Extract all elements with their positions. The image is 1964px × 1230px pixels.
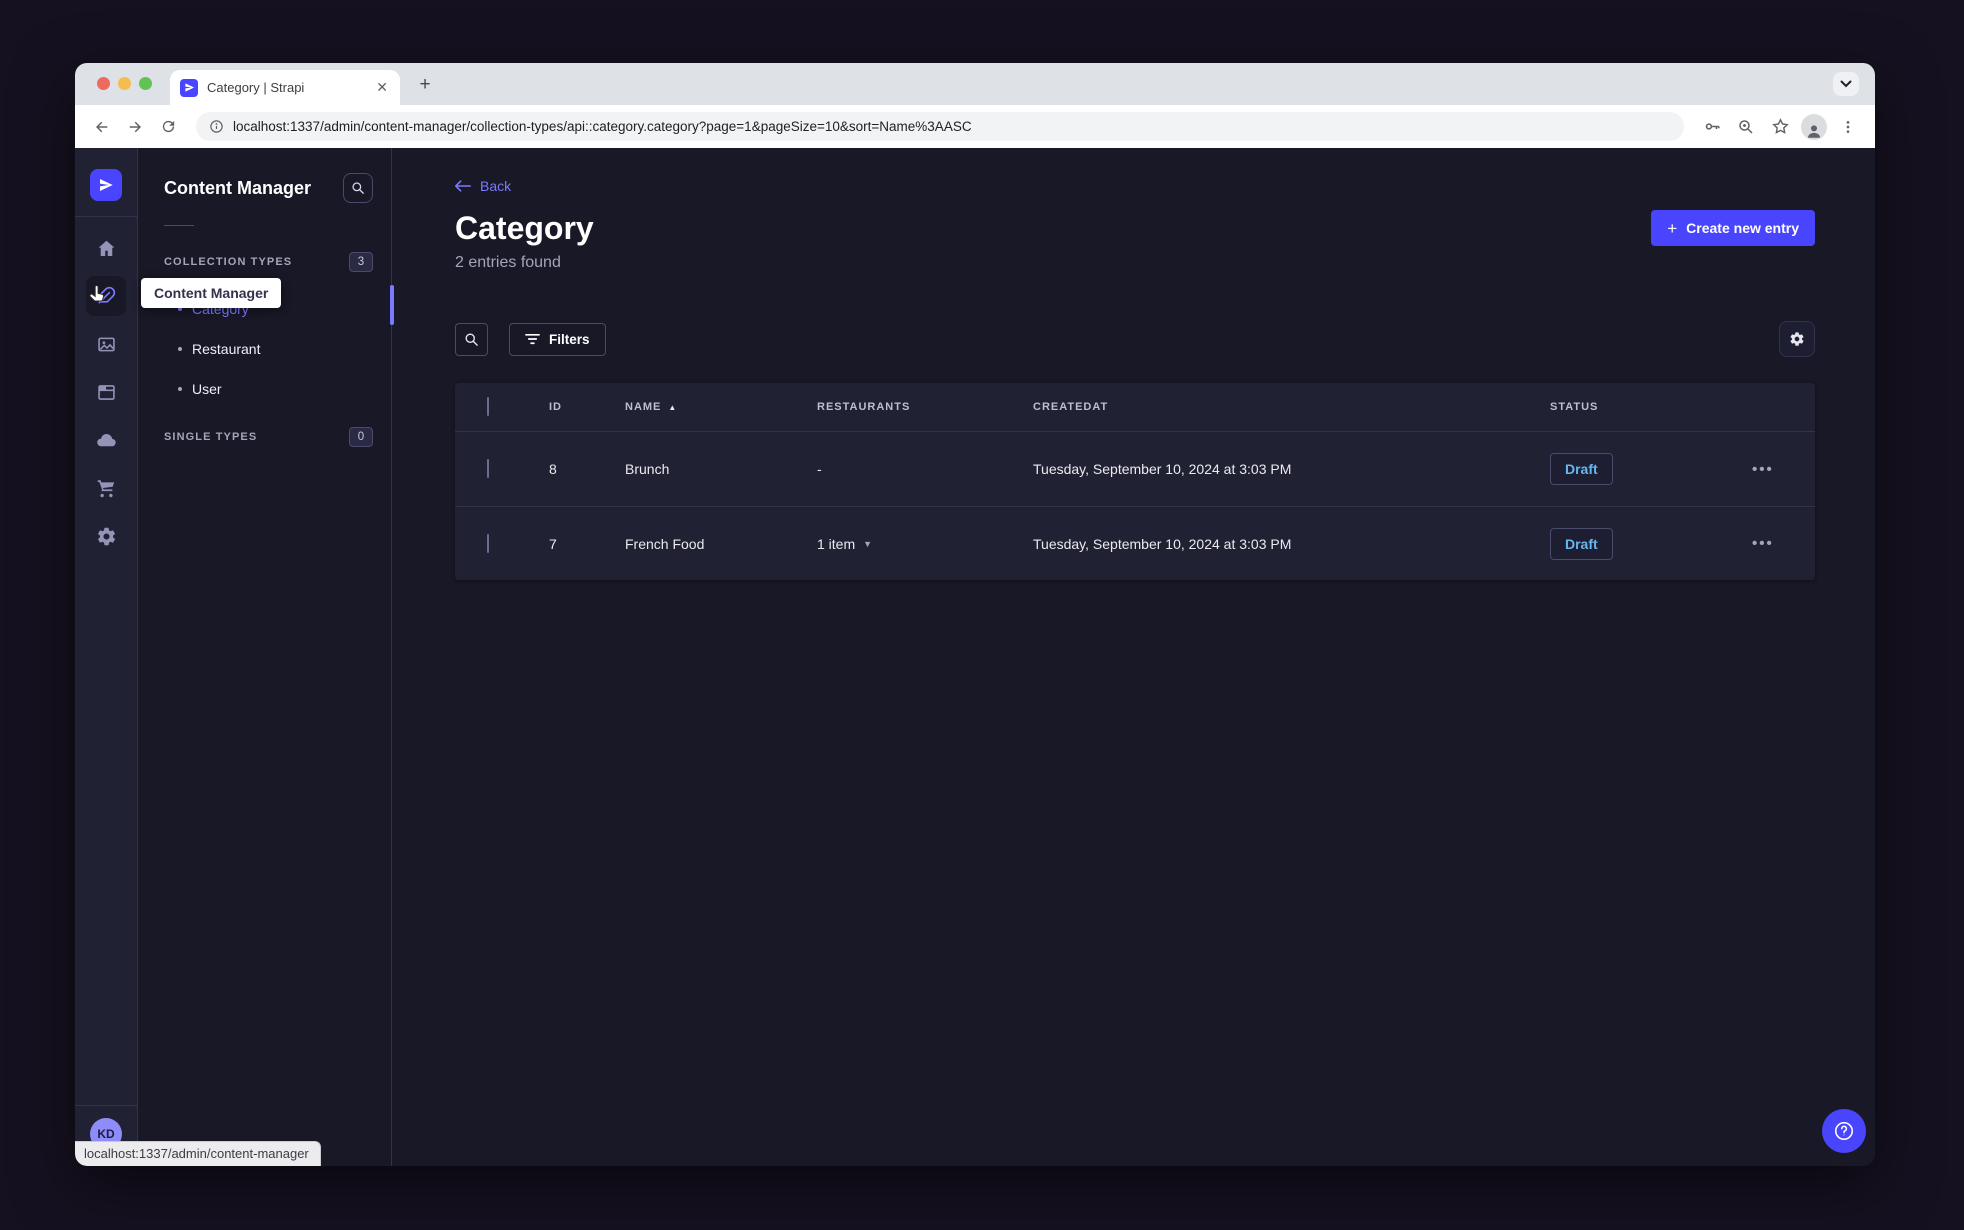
select-all-checkbox[interactable] <box>487 397 489 416</box>
cell-id: 7 <box>549 535 557 552</box>
cell-createdat: Tuesday, September 10, 2024 at 3:03 PM <box>1033 461 1292 477</box>
tab-search-button[interactable] <box>1833 72 1859 96</box>
subnav-item-label: Restaurant <box>192 341 261 357</box>
page-title: Category <box>455 210 594 246</box>
strapi-favicon <box>180 78 198 97</box>
back-link[interactable]: Back <box>455 178 511 194</box>
search-icon <box>352 182 364 194</box>
table-search-button[interactable] <box>455 322 488 356</box>
tab-close-icon[interactable]: ✕ <box>374 79 390 96</box>
plus-icon: + <box>1667 218 1678 238</box>
chevron-down-icon <box>1840 80 1852 88</box>
main-content: Back Category 2 entries found + Create n… <box>392 148 1875 1166</box>
password-key-icon[interactable] <box>1699 114 1725 140</box>
filter-icon <box>525 333 540 345</box>
back-button[interactable] <box>89 114 115 140</box>
column-header-createdat[interactable]: CREATEDAT <box>1033 401 1550 413</box>
cell-name: French Food <box>625 535 705 552</box>
tab-strip: Category | Strapi ✕ + <box>75 63 1875 105</box>
subnav-item-restaurant[interactable]: Restaurant <box>164 329 373 369</box>
column-header-status: STATUS <box>1550 401 1599 413</box>
url-text: localhost:1337/admin/content-manager/col… <box>233 119 972 134</box>
strapi-app: KD Content Manager COLLECTION TYPES 3 Ca… <box>75 148 1875 1166</box>
collection-types-count-badge: 3 <box>349 252 373 272</box>
subnav-item-user[interactable]: User <box>164 369 373 409</box>
table-settings-button[interactable] <box>1779 321 1815 357</box>
table-header-row: ID NAME ▲ RESTAURANTS CREATEDAT STATUS <box>455 383 1815 432</box>
column-header-id[interactable]: ID <box>549 401 625 413</box>
gear-icon <box>1790 332 1804 346</box>
browser-window: Category | Strapi ✕ + localhost:1337/adm… <box>75 63 1875 1166</box>
tab-title: Category | Strapi <box>207 80 305 95</box>
bookmark-star-icon[interactable] <box>1767 114 1793 140</box>
entries-table: ID NAME ▲ RESTAURANTS CREATEDAT STATUS 8… <box>455 383 1815 580</box>
new-tab-button[interactable]: + <box>413 73 437 97</box>
column-header-name[interactable]: NAME ▲ <box>625 401 817 413</box>
sort-ascending-icon: ▲ <box>668 402 678 412</box>
create-new-entry-button[interactable]: + Create new entry <box>1651 210 1815 246</box>
cell-name: Brunch <box>625 461 670 477</box>
nav-content-type-builder-icon[interactable] <box>84 370 128 414</box>
close-window-button[interactable] <box>97 77 110 90</box>
rail-divider <box>75 216 137 217</box>
bullet-icon <box>178 347 182 351</box>
hand-cursor <box>86 284 108 311</box>
rail-bottom-divider <box>75 1105 137 1106</box>
table-row[interactable]: 8 Brunch - Tuesday, September 10, 2024 a… <box>455 432 1815 506</box>
cell-id: 8 <box>549 461 557 477</box>
row-actions-menu[interactable]: ••• <box>1752 536 1774 551</box>
maximize-window-button[interactable] <box>139 77 152 90</box>
browser-toolbar: localhost:1337/admin/content-manager/col… <box>75 105 1875 148</box>
zoom-icon[interactable] <box>1733 114 1759 140</box>
forward-button[interactable] <box>122 114 148 140</box>
row-checkbox[interactable] <box>487 459 489 478</box>
cell-restaurants: - <box>817 461 822 477</box>
row-checkbox[interactable] <box>487 533 489 553</box>
subnav-title: Content Manager <box>164 177 312 198</box>
browser-menu-icon[interactable] <box>1835 114 1861 140</box>
arrow-left-icon <box>455 180 471 192</box>
nav-media-library-icon[interactable] <box>84 322 128 366</box>
nav-settings-icon[interactable] <box>84 514 128 558</box>
row-actions-menu[interactable]: ••• <box>1752 462 1774 477</box>
column-header-restaurants: RESTAURANTS <box>817 401 911 413</box>
traffic-lights <box>97 77 152 90</box>
status-badge: Draft <box>1550 527 1613 560</box>
bullet-icon <box>178 387 182 391</box>
subnav-search-button[interactable] <box>343 173 373 203</box>
reload-button[interactable] <box>155 114 181 140</box>
nav-marketplace-icon[interactable] <box>84 466 128 510</box>
status-badge: Draft <box>1550 453 1613 485</box>
relation-expand-toggle[interactable]: 1 item ▼ <box>817 536 872 552</box>
subnav-divider <box>164 225 194 226</box>
entries-count: 2 entries found <box>455 254 561 271</box>
single-types-count-badge: 0 <box>349 427 373 447</box>
browser-tab[interactable]: Category | Strapi ✕ <box>170 70 400 105</box>
subnav-item-label: User <box>192 381 222 397</box>
collection-types-label: COLLECTION TYPES <box>164 256 293 268</box>
content-manager-tooltip: Content Manager <box>141 278 282 308</box>
help-button[interactable] <box>1822 1109 1866 1153</box>
filters-button[interactable]: Filters <box>509 322 606 356</box>
site-info-icon[interactable] <box>209 119 224 134</box>
url-bar[interactable]: localhost:1337/admin/content-manager/col… <box>196 112 1684 141</box>
active-page-indicator <box>390 285 394 325</box>
link-preview-status-bar: localhost:1337/admin/content-manager <box>75 1141 321 1166</box>
nav-deploy-cloud-icon[interactable] <box>84 418 128 462</box>
table-row[interactable]: 7 French Food 1 item ▼ Tuesday, Septembe… <box>455 506 1815 580</box>
single-types-label: SINGLE TYPES <box>164 431 258 443</box>
strapi-logo-icon <box>100 179 113 191</box>
cell-createdat: Tuesday, September 10, 2024 at 3:03 PM <box>1033 535 1292 552</box>
strapi-logo[interactable] <box>90 169 122 201</box>
nav-home-icon[interactable] <box>84 226 128 270</box>
search-icon <box>465 333 478 346</box>
toolbar-actions <box>1699 113 1861 140</box>
chevron-down-icon: ▼ <box>863 538 873 549</box>
minimize-window-button[interactable] <box>118 77 131 90</box>
browser-profile-avatar[interactable] <box>1801 113 1827 140</box>
question-mark-icon <box>1834 1121 1854 1141</box>
